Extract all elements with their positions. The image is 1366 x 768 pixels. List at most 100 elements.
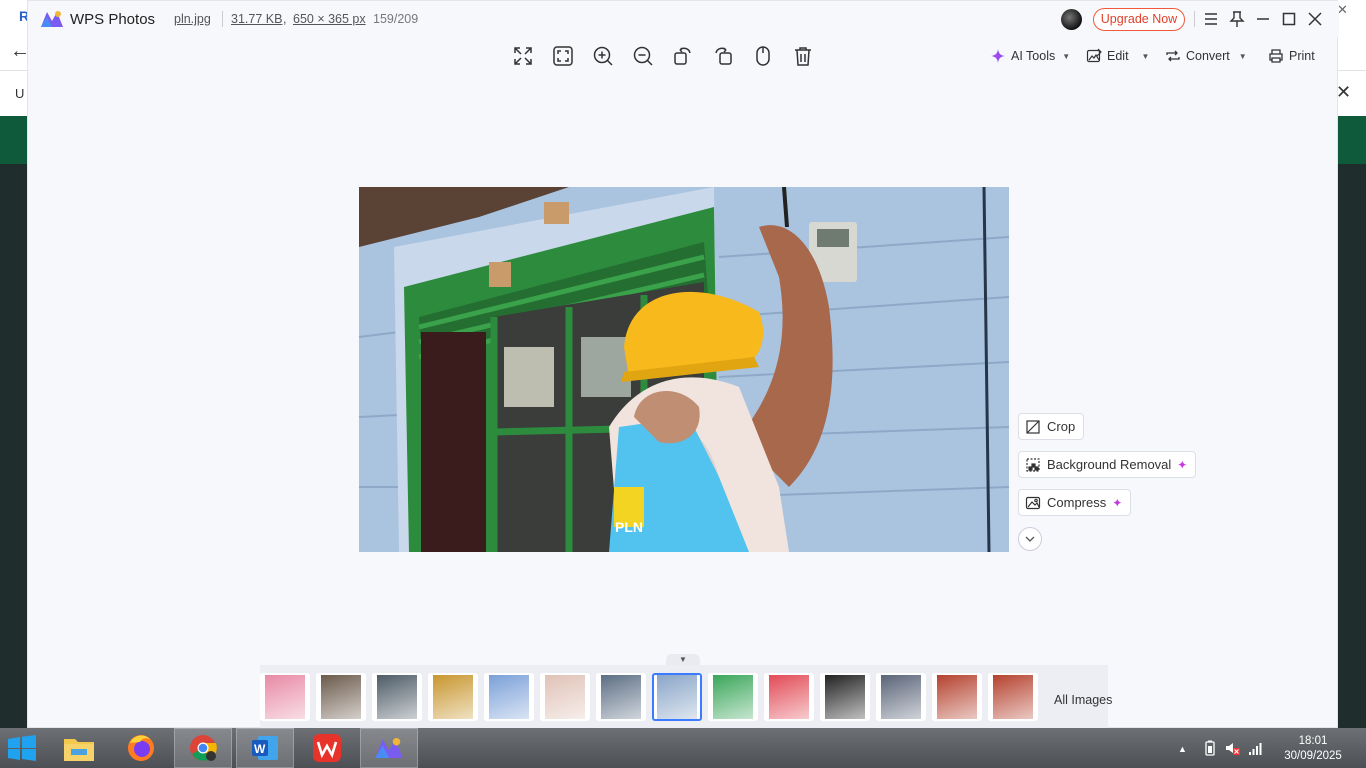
photo-vest-text: PLN [615,519,643,535]
thumb-logo-image [713,675,753,719]
minimize-icon[interactable] [1253,9,1273,29]
edit-image-icon [1086,48,1102,63]
thumb-food[interactable] [428,673,478,721]
svg-text:W: W [254,742,266,756]
thumb-group[interactable] [876,673,926,721]
viewer-toolbar: AI Tools ▼ Edit ▼ Convert ▼ Print [28,37,1339,73]
ai-tools-label: AI Tools [1011,49,1056,63]
image-dimensions[interactable]: 650 × 365 px [293,12,366,26]
system-clock[interactable]: 18:01 30/09/2025 [1278,734,1348,764]
background-removal-icon [1026,457,1040,472]
menu-icon[interactable] [1201,9,1221,29]
thumb-dark-poster-image [825,675,865,719]
background-notice-close-icon[interactable]: ✕ [1336,82,1351,103]
thumb-people[interactable] [316,673,366,721]
all-images-link[interactable]: All Images [1054,693,1112,707]
start-button[interactable] [0,728,44,768]
thumb-hands[interactable] [540,673,590,721]
thumb-logo[interactable] [708,673,758,721]
convert-label: Convert [1186,49,1230,63]
main-photo[interactable]: PLN [359,187,1009,552]
compress-label: Compress [1047,495,1107,510]
thumb-group-image [881,675,921,719]
upgrade-now-button[interactable]: Upgrade Now [1093,8,1185,31]
more-actions-button[interactable] [1018,527,1042,551]
pin-icon[interactable] [1227,9,1247,29]
thumb-pln-image [657,675,697,719]
file-explorer-icon [64,739,94,761]
thumb-pink-poster[interactable] [260,673,310,721]
fit-window-icon[interactable] [551,44,575,68]
ai-sparkle-icon [991,49,1005,63]
print-icon [1269,49,1283,63]
thumb-illustration[interactable] [484,673,534,721]
thumb-dark-poster[interactable] [820,673,870,721]
crop-button[interactable]: Crop [1018,413,1085,440]
file-name[interactable]: pln.jpg [174,12,211,26]
speaker-muted-icon[interactable] [1224,740,1240,759]
info-comma: , [283,12,287,26]
delete-icon[interactable] [791,44,815,68]
battery-icon[interactable] [1204,740,1216,759]
filmstrip [260,665,1108,729]
chrome-button[interactable] [174,728,232,768]
crop-icon [1026,419,1040,434]
rotate-left-icon[interactable] [671,44,695,68]
avatar[interactable] [1061,9,1082,30]
clock-time: 18:01 [1298,735,1328,747]
print-button[interactable]: Print [1268,46,1315,66]
file-explorer-button[interactable] [50,728,108,768]
chevron-down-icon: ▼ [1141,51,1150,61]
chevron-down-icon [1025,536,1035,542]
wps-office-icon [313,734,341,762]
network-signal-icon[interactable] [1248,740,1264,759]
filmstrip-collapse-button[interactable]: ▼ [666,654,700,665]
zoom-in-icon[interactable] [591,44,615,68]
image-index: 159/209 [373,12,419,26]
app-name: WPS Photos [70,11,156,28]
zoom-out-icon[interactable] [631,44,655,68]
background-removal-label: Background Removal [1047,457,1172,472]
background-right-panel [1338,164,1366,728]
photo-artwork: PLN [359,187,1009,552]
tray-overflow-icon[interactable]: ▲ [1178,744,1187,754]
chevron-down-icon: ▼ [1238,51,1247,61]
title-separator [1194,11,1195,27]
wps-photos-logo-icon [41,11,63,27]
clock-date: 30/09/2025 [1284,750,1342,762]
thumb-portrait[interactable] [372,673,422,721]
ai-tools-button[interactable]: AI Tools ▼ [990,46,1070,66]
firefox-icon [128,735,154,761]
edit-button[interactable]: Edit ▼ [1086,46,1149,66]
thumb-man-2-image [993,675,1033,719]
windows-logo-icon [8,735,36,761]
title-bar: WPS Photos pln.jpg 31.77 KB , 650 × 365 … [28,1,1339,37]
thumb-heart-image [769,675,809,719]
thumb-pink-poster-image [265,675,305,719]
wps-photos-button[interactable] [360,728,418,768]
crop-label: Crop [1047,419,1076,434]
thumb-man-2[interactable] [988,673,1038,721]
ai-sparkle-icon: ✦ [1112,495,1123,510]
fullscreen-icon[interactable] [511,44,535,68]
compress-button[interactable]: Compress ✦ [1018,489,1132,516]
convert-icon [1166,50,1180,62]
maximize-icon[interactable] [1279,9,1299,29]
wps-office-button[interactable] [298,728,356,768]
mouse-mode-icon[interactable] [751,44,775,68]
thumb-man-1[interactable] [932,673,982,721]
background-removal-button[interactable]: Background Removal ✦ [1018,451,1197,478]
thumb-people-image [321,675,361,719]
ai-sparkle-icon: ✦ [1177,457,1188,472]
wps-photos-icon [375,738,403,758]
close-icon[interactable] [1305,9,1325,29]
firefox-button[interactable] [112,728,170,768]
thumb-pln[interactable] [652,673,702,721]
thumb-building[interactable] [596,673,646,721]
thumb-heart[interactable] [764,673,814,721]
file-size[interactable]: 31.77 KB [231,12,282,26]
rotate-right-icon[interactable] [711,44,735,68]
convert-button[interactable]: Convert ▼ [1165,46,1247,66]
word-button[interactable]: W [236,728,294,768]
background-notice-text: U [15,86,25,101]
